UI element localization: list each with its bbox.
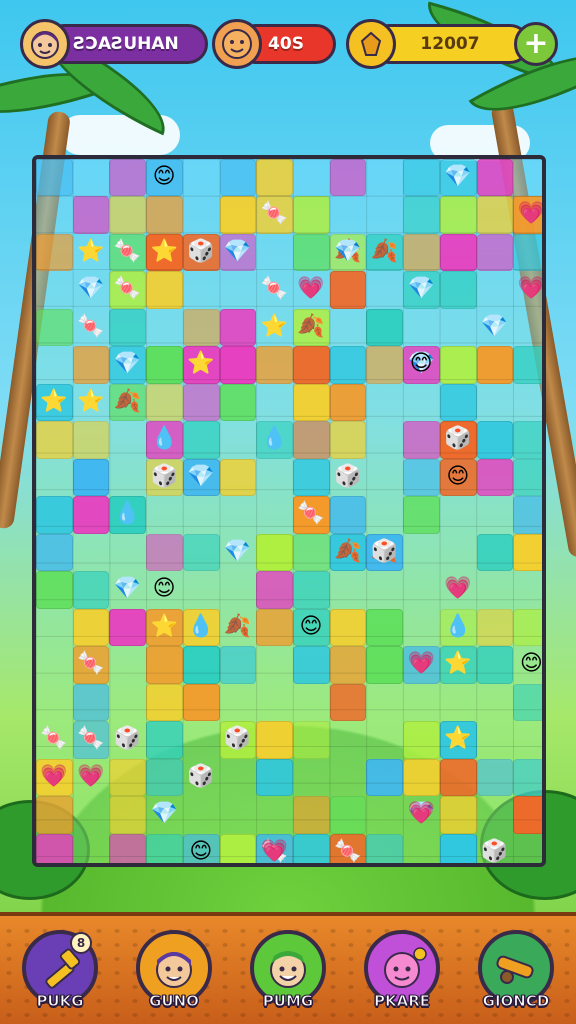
star-piece-icon[interactable]: ⭐ <box>75 386 107 418</box>
heart-piece-icon[interactable]: 💗 <box>295 273 327 305</box>
heart-piece-icon[interactable]: 💗 <box>258 836 290 863</box>
booster-guno[interactable]: GUNO <box>132 930 216 1022</box>
top-hud: ƧƆAƧUHAN 40S 12007 + <box>0 16 576 72</box>
star-piece-icon[interactable]: ⭐ <box>148 236 180 268</box>
face-piece-icon[interactable]: 😊 <box>515 648 542 680</box>
coin-icon <box>346 19 396 69</box>
candy-piece-icon[interactable]: 🍬 <box>75 723 107 755</box>
heart-piece-icon[interactable]: 💗 <box>442 573 474 605</box>
star-piece-icon[interactable]: ⭐ <box>148 611 180 643</box>
candy-piece-icon[interactable]: 🍬 <box>75 648 107 680</box>
leaf-piece-icon[interactable]: 🍂 <box>332 536 364 568</box>
heart-piece-icon[interactable]: 💗 <box>405 648 437 680</box>
booster-label: GIONCD <box>482 992 550 1011</box>
player-avatar-icon[interactable] <box>20 19 70 69</box>
gem-piece-icon[interactable]: 💎 <box>148 798 180 830</box>
die-piece-icon[interactable]: 🎲 <box>185 761 217 793</box>
drop-piece-icon[interactable]: 💧 <box>148 423 180 455</box>
gem-piece-icon[interactable]: 💎 <box>405 273 437 305</box>
face-piece-icon[interactable]: 😊 <box>295 611 327 643</box>
heart-piece-icon[interactable]: 💗 <box>515 198 542 230</box>
coin-glyph <box>360 31 382 56</box>
gem-piece-icon[interactable]: 💎 <box>111 348 143 380</box>
booster-label: GUNO <box>149 992 200 1011</box>
gem-piece-icon[interactable]: 💎 <box>442 161 474 193</box>
pink-face-glyph <box>384 947 427 988</box>
booster-gioncd[interactable]: GIONCD <box>474 930 558 1022</box>
drop-piece-icon[interactable]: 💧 <box>111 498 143 530</box>
booster-label: PUMG <box>262 992 314 1011</box>
moves-face <box>222 29 252 59</box>
candy-piece-icon[interactable]: 🍬 <box>258 198 290 230</box>
candy-piece-icon[interactable]: 🍬 <box>258 273 290 305</box>
candy-piece-icon[interactable]: 🍬 <box>111 236 143 268</box>
die-piece-icon[interactable]: 🎲 <box>111 723 143 755</box>
player-name: ƧƆAƧUHAN <box>73 34 179 54</box>
plus-icon: + <box>523 26 549 61</box>
candy-piece-icon[interactable]: 🍬 <box>38 723 70 755</box>
booster-label: PUKG <box>36 992 84 1011</box>
kid-face-glyph <box>156 952 192 988</box>
star-piece-icon[interactable]: ⭐ <box>442 648 474 680</box>
gem-piece-icon[interactable]: 💎 <box>222 236 254 268</box>
leaf-piece-icon[interactable]: 🍂 <box>295 311 327 343</box>
moves-count: 40S <box>268 34 304 54</box>
candy-piece-icon[interactable]: 🍬 <box>75 311 107 343</box>
leaf-piece-icon[interactable]: 🍂 <box>368 236 400 268</box>
star-piece-icon[interactable]: ⭐ <box>75 236 107 268</box>
heart-piece-icon[interactable]: 💗 <box>75 761 107 793</box>
booster-pkare[interactable]: PKARE <box>360 930 444 1022</box>
booster-label: PKARE <box>373 992 431 1011</box>
die-piece-icon[interactable]: 🎲 <box>479 836 511 863</box>
heart-piece-icon[interactable]: 💗 <box>515 273 542 305</box>
face-piece-icon[interactable]: 😊 <box>405 348 437 380</box>
star-piece-icon[interactable]: ⭐ <box>38 386 70 418</box>
add-coins-button[interactable]: + <box>514 22 558 66</box>
drop-piece-icon[interactable]: 💧 <box>258 423 290 455</box>
leaf-piece-icon[interactable]: 🍂 <box>111 386 143 418</box>
die-piece-icon[interactable]: 🎲 <box>185 236 217 268</box>
face-piece-icon[interactable]: 😊 <box>185 836 217 863</box>
avatar-face <box>31 31 59 59</box>
die-piece-icon[interactable]: 🎲 <box>442 423 474 455</box>
candy-piece-icon[interactable]: 🍬 <box>111 273 143 305</box>
booster-pukg[interactable]: 8 PUKG <box>18 930 102 1022</box>
star-piece-icon[interactable]: ⭐ <box>258 311 290 343</box>
candy-piece-icon[interactable]: 🍬 <box>332 836 364 863</box>
die-piece-icon[interactable]: 🎲 <box>148 461 180 493</box>
elf-face-glyph <box>270 951 306 988</box>
booster-pumg[interactable]: PUMG <box>246 930 330 1022</box>
gem-piece-icon[interactable]: 💎 <box>222 536 254 568</box>
die-piece-icon[interactable]: 🎲 <box>368 536 400 568</box>
die-piece-icon[interactable]: 🎲 <box>222 723 254 755</box>
star-piece-icon[interactable]: ⭐ <box>185 348 217 380</box>
face-piece-icon[interactable]: 😊 <box>148 573 180 605</box>
gem-piece-icon[interactable]: 💎 <box>185 461 217 493</box>
gem-piece-icon[interactable]: 💎 <box>479 311 511 343</box>
gem-piece-icon[interactable]: 💎 <box>111 573 143 605</box>
gem-piece-icon[interactable]: 💎 <box>332 236 364 268</box>
gem-piece-icon[interactable]: 💎 <box>75 273 107 305</box>
drop-piece-icon[interactable]: 💧 <box>442 611 474 643</box>
booster-bar: 8 PUKG GUNO PUMG PKARE GIONCD <box>0 912 576 1024</box>
booster-count: 8 <box>70 932 92 954</box>
cannon-glyph <box>496 955 534 984</box>
leaf-piece-icon[interactable]: 🍂 <box>222 611 254 643</box>
die-piece-icon[interactable]: 🎲 <box>332 461 364 493</box>
coins-count: 12007 <box>420 34 480 54</box>
moves-face-icon <box>212 19 262 69</box>
star-piece-icon[interactable]: ⭐ <box>442 723 474 755</box>
face-piece-icon[interactable]: 😊 <box>442 461 474 493</box>
heart-piece-icon[interactable]: 💗 <box>38 761 70 793</box>
drop-piece-icon[interactable]: 💧 <box>185 611 217 643</box>
game-board[interactable]: ⭐ 🍬 ⭐ ⭐ 😊 💎 💧 💎 💎 🍬 ⭐ 💎 😊 💎 🍂 ⭐ 🍬 💎 🎲 🍬 🎲 ⭐ 💎 🍬 💗 ⭐ 🎲 🎲 💧 💗 💗 🎲 🎲 🍂 💎 😊 🎲 💧 😊 🍬… <box>32 155 546 867</box>
face-piece-icon[interactable]: 😊 <box>148 161 180 193</box>
candy-piece-icon[interactable]: 🍬 <box>295 498 327 530</box>
heart-piece-icon[interactable]: 💗 <box>405 798 437 830</box>
piece-layer: ⭐ 🍬 ⭐ ⭐ 😊 💎 💧 💎 💎 🍬 ⭐ 💎 😊 💎 🍂 ⭐ 🍬 💎 🎲 🍬 🎲 ⭐ 💎 🍬 💗 ⭐ 🎲 🎲 💧 💗 💗 🎲 🎲 🍂 💎 😊 🎲 💧 😊 🍬… <box>36 159 542 863</box>
